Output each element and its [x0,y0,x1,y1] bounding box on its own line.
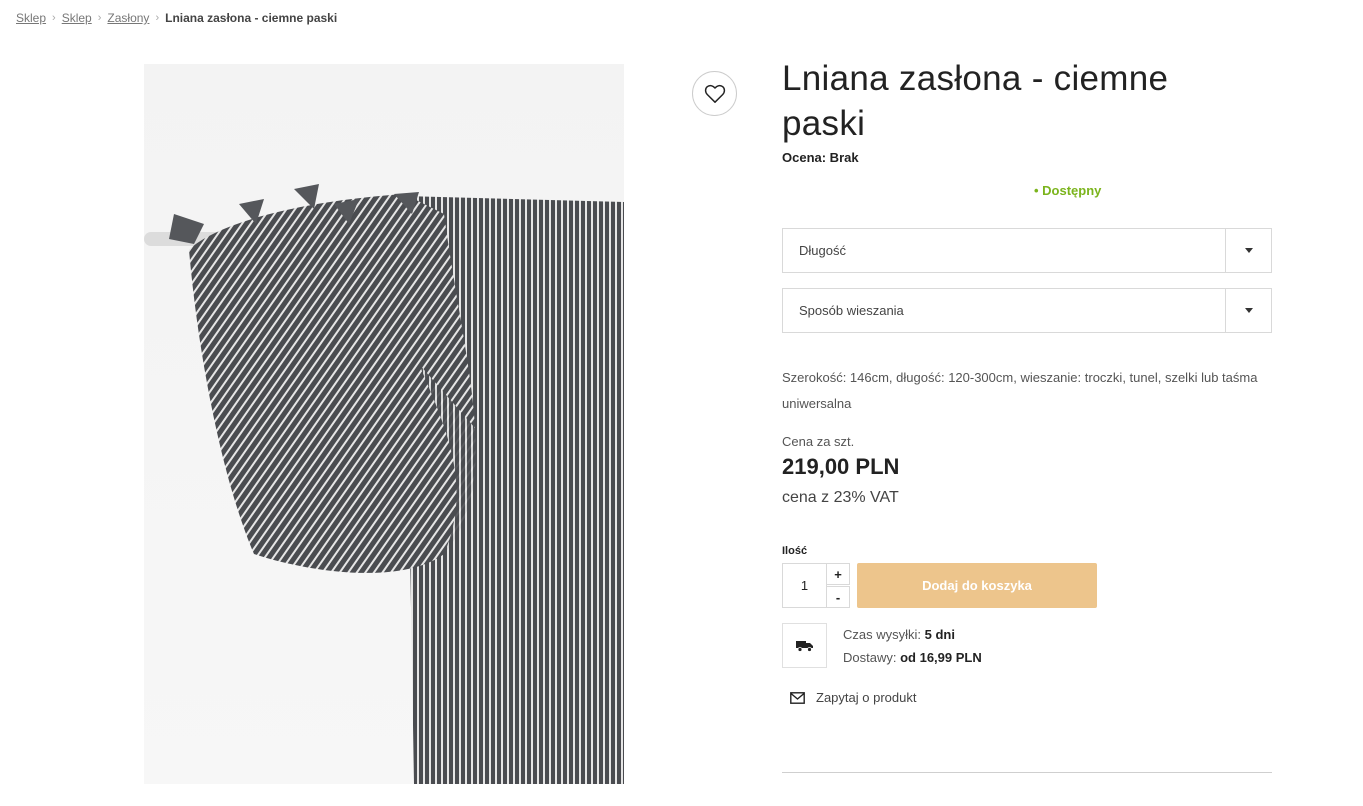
chevron-right-icon: › [52,12,56,24]
vat-note: cena z 23% VAT [782,489,899,506]
heart-icon [704,84,725,103]
price-label: Cena za szt. [782,434,855,449]
product-image[interactable] [144,64,624,784]
curtain-photo [144,64,624,784]
product-price: 219,00 PLN [782,454,900,479]
product-title: Lniana zasłona - ciemne paski [782,59,1169,143]
shipping-time-label: Czas wysyłki: [843,627,922,642]
shipping-cost-label: Dostawy: [843,650,897,665]
ask-about-product-label: Zapytaj o produkt [816,690,917,705]
hanging-method-select-label: Sposób wieszania [799,303,904,318]
ask-about-product-link[interactable]: Zapytaj o produkt [790,690,916,705]
product-short-description: Szerokość: 146cm, długość: 120-300cm, wi… [782,370,1258,411]
shipping-time-value: 5 dni [924,627,955,642]
availability-status: • Dostępny [1034,183,1102,198]
add-to-cart-button[interactable]: Dodaj do koszyka [857,563,1097,608]
mail-icon [790,691,805,704]
breadcrumb-current: Lniana zasłona - ciemne paski [165,11,338,25]
caret-down-icon[interactable] [1225,289,1271,332]
shipping-icon-box [782,623,827,668]
quantity-increase-button[interactable]: + [826,563,850,585]
breadcrumb: Sklep › Sklep › Zasłony › Lniana zasłona… [16,11,337,25]
quantity-label: Ilość [782,545,808,557]
length-select[interactable]: Długość [782,228,1272,273]
wishlist-button[interactable] [692,71,737,116]
shipping-cost: Dostawy: od 16,99 PLN [843,650,982,665]
divider [782,772,1272,773]
chevron-right-icon: › [97,12,102,24]
truck-icon [795,640,813,652]
length-select-label: Długość [799,243,846,258]
product-rating: Ocena: Brak [782,150,859,165]
shipping-time: Czas wysyłki: 5 dni [843,627,955,642]
breadcrumb-link-shop[interactable]: Sklep [16,11,46,25]
hanging-method-select[interactable]: Sposób wieszania [782,288,1272,333]
chevron-right-icon: › [155,12,160,24]
breadcrumb-link-curtains[interactable]: Zasłony [107,11,149,25]
quantity-input[interactable] [782,563,827,608]
caret-down-icon[interactable] [1225,229,1271,272]
breadcrumb-link-shop-2[interactable]: Sklep [62,11,92,25]
quantity-decrease-button[interactable]: - [826,586,850,608]
shipping-cost-value: od 16,99 PLN [900,650,982,665]
